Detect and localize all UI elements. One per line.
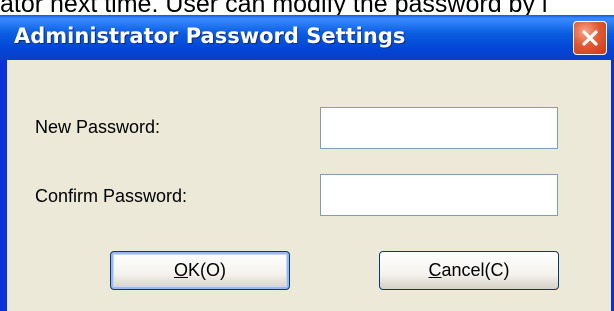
new-password-field[interactable] xyxy=(320,107,558,149)
close-icon xyxy=(582,30,598,46)
cancel-button-mnemonic: C xyxy=(428,260,442,280)
ok-button-mnemonic: O xyxy=(173,260,188,280)
ok-button-label: K(O) xyxy=(188,260,226,280)
close-button[interactable] xyxy=(573,21,607,55)
confirm-password-field[interactable] xyxy=(320,174,558,216)
dialog-title: Administrator Password Settings xyxy=(14,24,406,48)
password-settings-dialog: Administrator Password Settings New Pass… xyxy=(0,15,614,311)
dialog-titlebar[interactable]: Administrator Password Settings xyxy=(0,15,614,60)
new-password-label: New Password: xyxy=(35,117,161,137)
cancel-button[interactable]: Cancel(C) xyxy=(379,251,559,290)
background-document-text: ator next time. User can modify the pass… xyxy=(0,0,548,15)
dialog-body: New Password: Confirm Password: OK(O) Ca… xyxy=(7,60,611,311)
ok-button[interactable]: OK(O) xyxy=(110,251,290,290)
confirm-password-label: Confirm Password: xyxy=(35,186,188,206)
cancel-button-label: ancel(C) xyxy=(441,260,510,280)
